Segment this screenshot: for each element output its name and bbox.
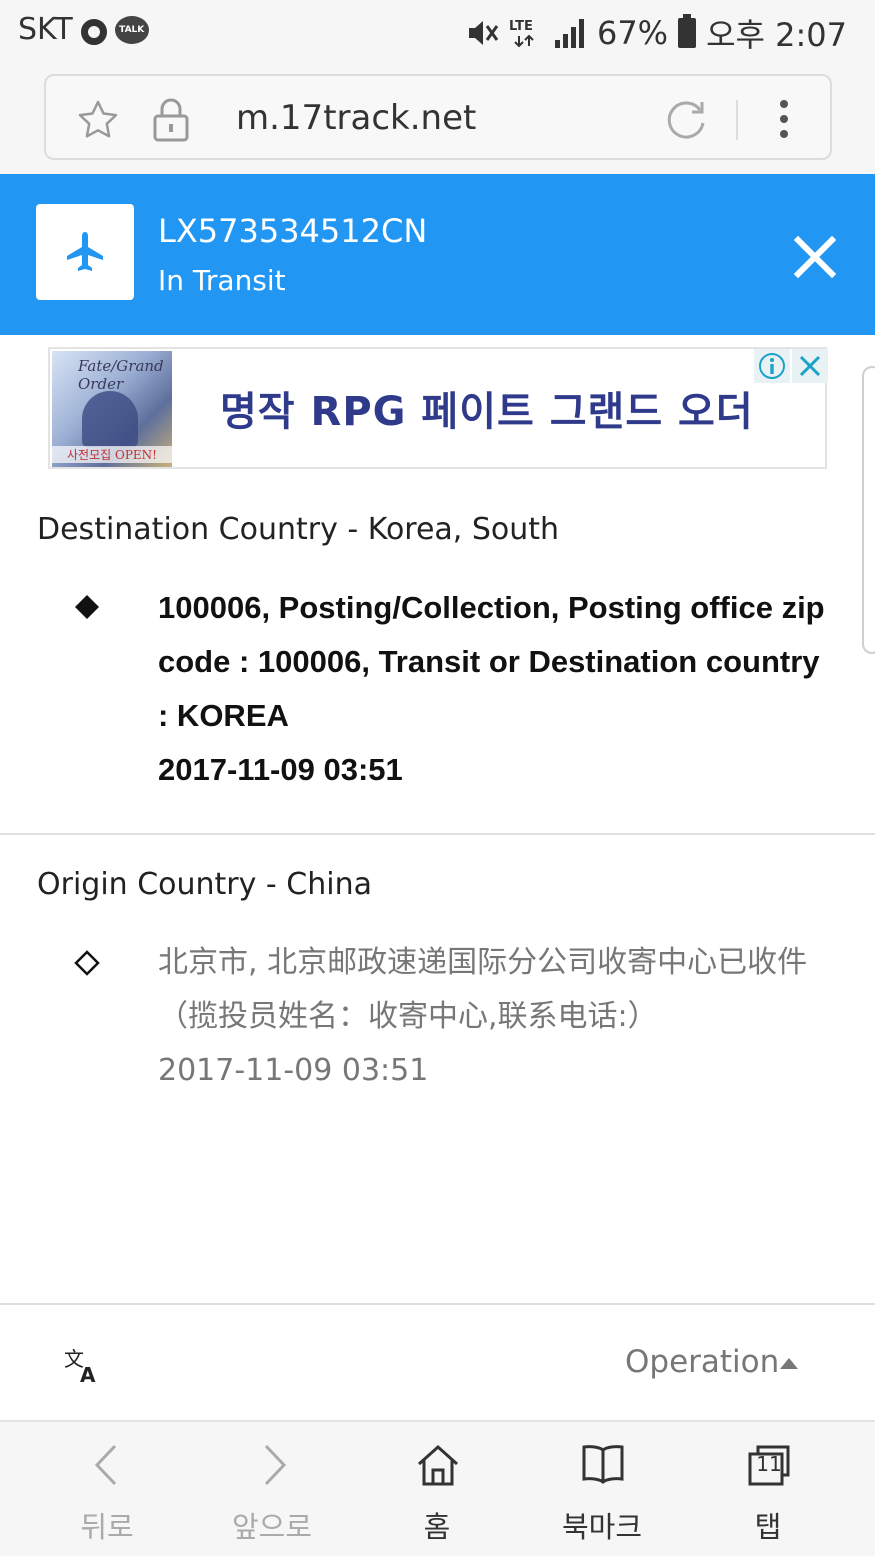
ad-banner[interactable]: Fate/Grand Order 사전모집 OPEN! 명작 RPG 페이트 그… bbox=[48, 347, 828, 469]
status-left: SKT TALK bbox=[18, 12, 149, 47]
section-divider bbox=[0, 833, 875, 835]
tracking-number: LX573534512CN bbox=[158, 212, 428, 250]
address-bar[interactable]: m.17track.net bbox=[44, 74, 832, 160]
nav-tabs-label: 탭 bbox=[754, 1510, 782, 1544]
hollow-diamond-icon bbox=[74, 950, 100, 976]
mute-icon bbox=[468, 21, 499, 45]
origin-event: 北京市, 北京邮政速递国际分公司收寄中心已收件（揽投员姓名：收寄中心,联系电话:… bbox=[158, 936, 838, 1098]
reload-icon[interactable] bbox=[664, 96, 710, 142]
origin-event-text: 北京市, 北京邮政速递国际分公司收寄中心已收件（揽投员姓名：收寄中心,联系电话:… bbox=[158, 945, 808, 1034]
signal-icon bbox=[554, 19, 584, 48]
clock: 오후 2:07 bbox=[706, 16, 847, 54]
more-menu-icon[interactable] bbox=[770, 96, 798, 142]
nav-bookmarks-button[interactable]: 북마크 bbox=[532, 1422, 672, 1556]
origin-event-time: 2017-11-09 03:51 bbox=[158, 1053, 429, 1088]
kakaotalk-icon: TALK bbox=[114, 15, 149, 44]
nav-home-label: 홈 bbox=[423, 1510, 451, 1544]
svg-text:LTE: LTE bbox=[509, 19, 533, 34]
bottom-divider bbox=[0, 1303, 875, 1305]
operation-toggle[interactable]: Operation bbox=[625, 1344, 779, 1380]
bookmark-star-icon[interactable] bbox=[76, 98, 120, 142]
nav-tabs-button[interactable]: 11 탭 bbox=[698, 1422, 838, 1556]
status-right: LTE 67% 오후 2:07 bbox=[465, 10, 847, 56]
airplane-icon bbox=[67, 232, 103, 271]
browser-bottom-nav: 뒤로 앞으로 홈 북마크 11 탭 bbox=[0, 1420, 875, 1556]
transport-mode-badge bbox=[36, 204, 134, 300]
edge-panel-handle[interactable] bbox=[862, 366, 875, 654]
chevron-right-icon bbox=[264, 1444, 287, 1486]
caret-up-icon[interactable] bbox=[780, 1358, 798, 1369]
destination-title: Destination Country - Korea, South bbox=[37, 512, 560, 547]
translate-icon[interactable]: 文 A bbox=[64, 1346, 102, 1384]
tracking-status: In Transit bbox=[158, 264, 286, 297]
status-bar: SKT TALK LTE 67% 오후 2:07 bbox=[0, 0, 875, 62]
ad-logo: Fate/Grand Order bbox=[78, 357, 164, 393]
carrier-label: SKT bbox=[18, 12, 73, 47]
tracking-header: LX573534512CN In Transit bbox=[0, 174, 875, 335]
filled-diamond-icon bbox=[75, 595, 99, 619]
nav-bookmarks-label: 북마크 bbox=[561, 1510, 643, 1544]
origin-title: Origin Country - China bbox=[37, 867, 372, 902]
battery-percent: 67% bbox=[596, 14, 669, 52]
nav-back-button[interactable]: 뒤로 bbox=[37, 1422, 177, 1556]
svg-text:A: A bbox=[80, 1363, 96, 1384]
destination-event-text: 100006, Posting/Collection, Posting offi… bbox=[158, 590, 825, 733]
chevron-left-icon bbox=[94, 1444, 117, 1486]
home-icon bbox=[417, 1444, 459, 1486]
ad-headline[interactable]: 명작 RPG 페이트 그랜드 오더 bbox=[220, 379, 754, 437]
nav-back-label: 뒤로 bbox=[80, 1510, 134, 1544]
url-text[interactable]: m.17track.net bbox=[236, 98, 476, 138]
destination-event-time: 2017-11-09 03:51 bbox=[158, 752, 403, 787]
bookmarks-book-icon bbox=[582, 1445, 624, 1484]
lte-icon: LTE bbox=[509, 19, 534, 48]
notification-dot-icon bbox=[80, 18, 107, 45]
ad-character-figure bbox=[82, 391, 138, 447]
destination-event: 100006, Posting/Collection, Posting offi… bbox=[158, 581, 838, 797]
close-icon[interactable] bbox=[788, 230, 842, 284]
nav-forward-button[interactable]: 앞으로 bbox=[202, 1422, 342, 1556]
ad-close-icon[interactable] bbox=[792, 349, 828, 383]
browser-toolbar: m.17track.net bbox=[0, 62, 875, 174]
ad-info-icon[interactable] bbox=[754, 349, 790, 383]
battery-icon bbox=[678, 14, 697, 48]
ad-cta: 사전모집 OPEN! bbox=[52, 446, 172, 463]
nav-home-button[interactable]: 홈 bbox=[367, 1422, 507, 1556]
toolbar-separator bbox=[736, 100, 738, 140]
ad-image[interactable]: Fate/Grand Order 사전모집 OPEN! bbox=[52, 351, 172, 467]
lock-icon[interactable] bbox=[150, 96, 192, 142]
nav-forward-label: 앞으로 bbox=[231, 1510, 313, 1544]
tab-count: 11 bbox=[756, 1452, 782, 1476]
operation-bar: 文 A Operation bbox=[0, 1306, 875, 1420]
